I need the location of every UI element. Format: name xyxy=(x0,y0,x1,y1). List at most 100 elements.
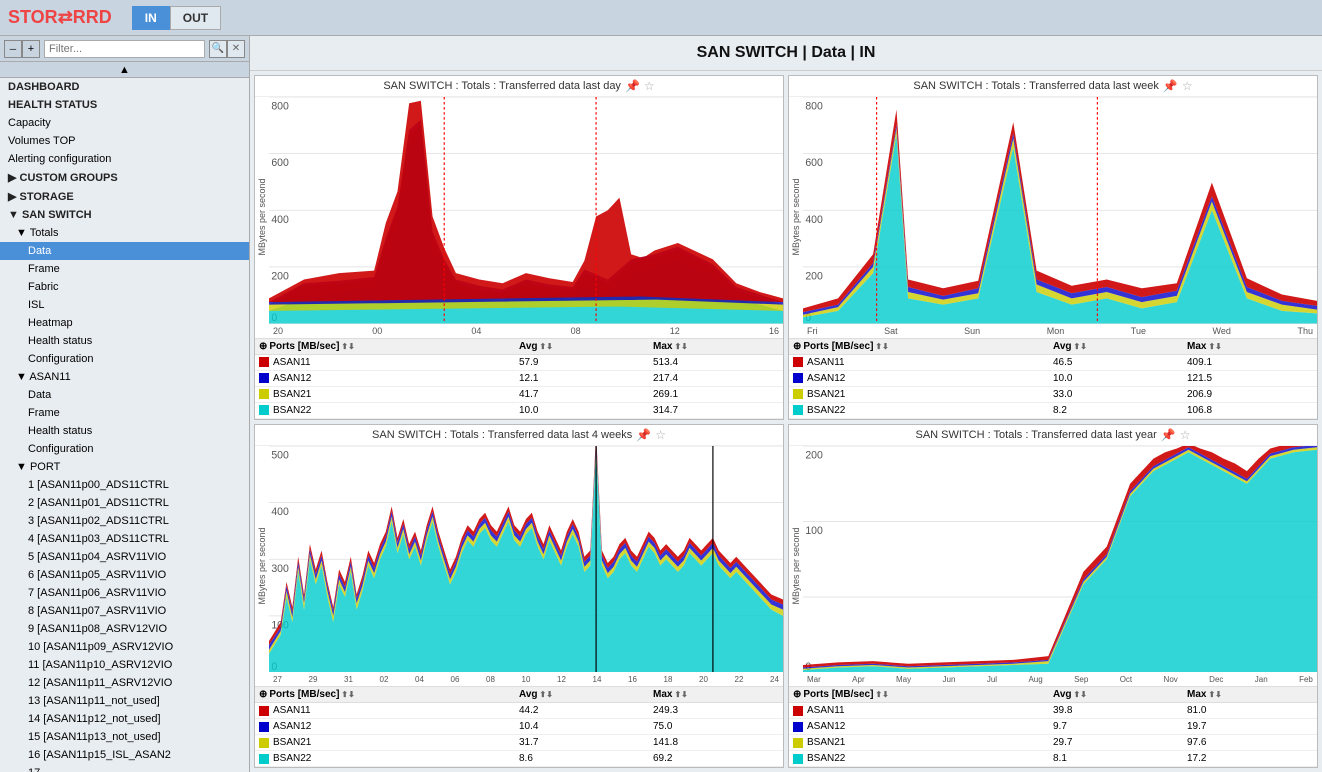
sidebar-item-fabric[interactable]: Fabric xyxy=(0,278,249,296)
sidebar-port-12[interactable]: 12 [ASAN11p11_ASRV12VIO xyxy=(0,674,249,692)
tab-out[interactable]: OUT xyxy=(170,6,221,30)
sidebar-item-heatmap[interactable]: Heatmap xyxy=(0,314,249,332)
sidebar-port-10[interactable]: 10 [ASAN11p09_ASRV12VIO xyxy=(0,638,249,656)
sidebar-collapse-btn[interactable]: ─ xyxy=(4,40,22,58)
legend-col-max[interactable]: Max ⬆⬇ xyxy=(649,339,783,354)
svg-text:600: 600 xyxy=(805,157,823,169)
sidebar-search-btn[interactable]: 🔍 xyxy=(209,40,227,58)
sidebar-item-asan11-frame[interactable]: Frame xyxy=(0,404,249,422)
chart-last-week: SAN SWITCH : Totals : Transferred data l… xyxy=(788,75,1318,420)
legend-4weeks-col-port[interactable]: ⊕ Ports [MB/sec] ⬆⬇ xyxy=(255,687,515,702)
legend-week-col-avg[interactable]: Avg ⬆⬇ xyxy=(1049,339,1183,354)
chart-last-4weeks-pin[interactable]: 📌 xyxy=(636,428,651,442)
chart-last-4weeks-legend: ⊕ Ports [MB/sec] ⬆⬇ Avg ⬆⬇ Max ⬆⬇ ASAN11… xyxy=(255,686,783,767)
sidebar-item-asan11-data[interactable]: Data xyxy=(0,386,249,404)
sidebar-filter-input[interactable] xyxy=(44,40,205,58)
sidebar-item-configuration-totals[interactable]: Configuration xyxy=(0,350,249,368)
chart-last-week-pin[interactable]: 📌 xyxy=(1163,79,1178,93)
sidebar-port-15[interactable]: 15 [ASAN11p13_not_used] xyxy=(0,728,249,746)
svg-text:200: 200 xyxy=(805,449,823,461)
chart-last-day-legend: ⊕ Ports [MB/sec] ⬆⬇ Avg ⬆⬇ Max ⬆⬇ ASAN11… xyxy=(255,338,783,419)
chart-last-4weeks-svg: 500 400 300 100 0 xyxy=(269,446,783,673)
sidebar-item-alerting[interactable]: Alerting configuration xyxy=(0,150,249,168)
color-asan11 xyxy=(259,357,269,367)
legend-4weeks-col-max[interactable]: Max ⬆⬇ xyxy=(649,687,783,702)
chart-last-week-xaxis: Fri Sat Sun Mon Tue Wed Thu xyxy=(803,324,1317,338)
svg-text:400: 400 xyxy=(805,214,823,226)
sidebar-item-asan11-config[interactable]: Configuration xyxy=(0,440,249,458)
chart-last-week-header: SAN SWITCH : Totals : Transferred data l… xyxy=(789,76,1317,97)
sidebar-item-isl[interactable]: ISL xyxy=(0,296,249,314)
svg-text:800: 800 xyxy=(271,100,289,112)
sidebar-port-4[interactable]: 4 [ASAN11p03_ADS11CTRL xyxy=(0,530,249,548)
legend-week-row-3: BSAN22 8.2 106.8 xyxy=(789,403,1317,419)
sidebar-close-btn[interactable]: ✕ xyxy=(227,40,245,58)
chart-last-year-body: MBytes per second 200 100 0 xyxy=(789,446,1317,687)
legend-4weeks-row-3: BSAN22 8.6 69.2 xyxy=(255,751,783,767)
chart-last-year-legend: ⊕ Ports [MB/sec] ⬆⬇ Avg ⬆⬇ Max ⬆⬇ ASAN11… xyxy=(789,686,1317,767)
legend-4weeks-col-avg[interactable]: Avg ⬆⬇ xyxy=(515,687,649,702)
charts-area: SAN SWITCH : Totals : Transferred data l… xyxy=(250,71,1322,772)
sidebar-port-8[interactable]: 8 [ASAN11p07_ASRV11VIO xyxy=(0,602,249,620)
legend-col-avg[interactable]: Avg ⬆⬇ xyxy=(515,339,649,354)
sidebar-port-17[interactable]: 17 xyxy=(0,764,249,772)
legend-row-3: BSAN22 10.0 314.7 xyxy=(255,403,783,419)
sidebar-item-port[interactable]: ▼ PORT xyxy=(0,458,249,476)
sidebar-port-2[interactable]: 2 [ASAN11p01_ADS11CTRL xyxy=(0,494,249,512)
legend-col-port[interactable]: ⊕ Ports [MB/sec] ⬆⬇ xyxy=(255,339,515,354)
legend-year-col-max[interactable]: Max ⬆⬇ xyxy=(1183,687,1317,702)
svg-text:500: 500 xyxy=(271,449,289,461)
legend-4weeks-row-2: BSAN21 31.7 141.8 xyxy=(255,735,783,751)
sidebar-port-13[interactable]: 13 [ASAN11p11_not_used] xyxy=(0,692,249,710)
sidebar-port-16[interactable]: 16 [ASAN11p15_ISL_ASAN2 xyxy=(0,746,249,764)
sidebar-port-3[interactable]: 3 [ASAN11p02_ADS11CTRL xyxy=(0,512,249,530)
chart-last-year-star[interactable]: ☆ xyxy=(1180,428,1191,442)
sidebar-add-btn[interactable]: + xyxy=(22,40,40,58)
sidebar-item-asan11[interactable]: ▼ ASAN11 xyxy=(0,368,249,386)
legend-week-col-max[interactable]: Max ⬆⬇ xyxy=(1183,339,1317,354)
sidebar-item-data[interactable]: Data xyxy=(0,242,249,260)
legend-year-row-1: ASAN12 9.7 19.7 xyxy=(789,719,1317,735)
legend-4weeks-row-0: ASAN11 44.2 249.3 xyxy=(255,703,783,719)
sidebar-port-7[interactable]: 7 [ASAN11p06_ASRV11VIO xyxy=(0,584,249,602)
chart-last-day-star[interactable]: ☆ xyxy=(644,79,655,93)
sidebar-port-6[interactable]: 6 [ASAN11p05_ASRV11VIO xyxy=(0,566,249,584)
chart-last-4weeks-svg-area: 500 400 300 100 0 xyxy=(269,446,783,687)
sidebar-scroll-up[interactable]: ▲ xyxy=(0,62,249,78)
sidebar-port-11[interactable]: 11 [ASAN11p10_ASRV12VIO xyxy=(0,656,249,674)
sidebar-port-1[interactable]: 1 [ASAN11p00_ADS11CTRL xyxy=(0,476,249,494)
sidebar-item-capacity[interactable]: Capacity xyxy=(0,114,249,132)
legend-year-col-avg[interactable]: Avg ⬆⬇ xyxy=(1049,687,1183,702)
svg-text:200: 200 xyxy=(805,270,823,282)
chart-last-day: SAN SWITCH : Totals : Transferred data l… xyxy=(254,75,784,420)
chart-last-week-star[interactable]: ☆ xyxy=(1182,79,1193,93)
sidebar-item-asan11-health[interactable]: Health status xyxy=(0,422,249,440)
sidebar-item-custom-groups[interactable]: ▶ CUSTOM GROUPS xyxy=(0,168,249,187)
sidebar-item-health-status-totals[interactable]: Health status xyxy=(0,332,249,350)
legend-week-row-0: ASAN11 46.5 409.1 xyxy=(789,355,1317,371)
chart-last-day-pin[interactable]: 📌 xyxy=(625,79,640,93)
sidebar: ─ + 🔍 ✕ ▲ DASHBOARD HEALTH STATUS Capaci… xyxy=(0,36,250,772)
chart-last-4weeks-star[interactable]: ☆ xyxy=(655,428,666,442)
sidebar-item-storage[interactable]: ▶ STORAGE xyxy=(0,187,249,206)
chart-last-year-pin[interactable]: 📌 xyxy=(1161,428,1176,442)
chart-last-day-svg-area: 800 600 400 200 0 xyxy=(269,97,783,338)
sidebar-item-volumes-top[interactable]: Volumes TOP xyxy=(0,132,249,150)
legend-row-2: BSAN21 41.7 269.1 xyxy=(255,387,783,403)
tab-in[interactable]: IN xyxy=(132,6,170,30)
sidebar-port-9[interactable]: 9 [ASAN11p08_ASRV12VIO xyxy=(0,620,249,638)
sidebar-port-14[interactable]: 14 [ASAN11p12_not_used] xyxy=(0,710,249,728)
legend-week-col-port[interactable]: ⊕ Ports [MB/sec] ⬆⬇ xyxy=(789,339,1049,354)
sidebar-item-dashboard[interactable]: DASHBOARD xyxy=(0,78,249,96)
chart-last-year-svg: 200 100 0 xyxy=(803,446,1317,673)
legend-year-col-port[interactable]: ⊕ Ports [MB/sec] ⬆⬇ xyxy=(789,687,1049,702)
chart-last-day-header: SAN SWITCH : Totals : Transferred data l… xyxy=(255,76,783,97)
sidebar-item-san-switch[interactable]: ▼ SAN SWITCH xyxy=(0,206,249,224)
sidebar-port-5[interactable]: 5 [ASAN11p04_ASRV11VIO xyxy=(0,548,249,566)
sidebar-item-health-status[interactable]: HEALTH STATUS xyxy=(0,96,249,114)
svg-text:300: 300 xyxy=(271,562,289,574)
sidebar-item-frame[interactable]: Frame xyxy=(0,260,249,278)
sidebar-item-totals[interactable]: ▼ Totals xyxy=(0,224,249,242)
legend-year-row-0: ASAN11 39.8 81.0 xyxy=(789,703,1317,719)
legend-week-row-2: BSAN21 33.0 206.9 xyxy=(789,387,1317,403)
